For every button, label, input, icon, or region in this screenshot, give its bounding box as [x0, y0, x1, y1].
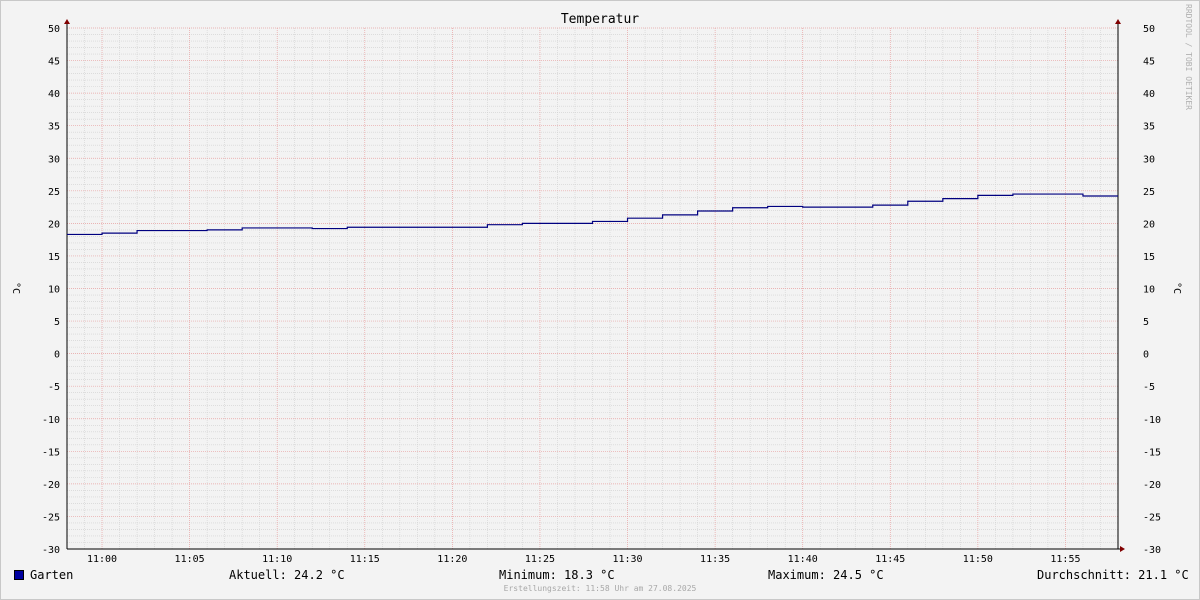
x-tick-label: 11:55: [1050, 554, 1080, 565]
x-tick-label: 11:45: [875, 554, 905, 565]
y-tick-label-left: -20: [42, 480, 60, 491]
y-tick-label-right: 10: [1143, 285, 1155, 296]
x-tick-label: 11:35: [700, 554, 730, 565]
y-tick-label-left: 35: [48, 122, 60, 133]
y-tick-label-right: 45: [1143, 57, 1155, 68]
legend-maximum: Maximum: 24.5 °C: [768, 568, 884, 582]
legend-series-name: Garten: [30, 568, 74, 582]
y-tick-label-right: -20: [1143, 480, 1161, 491]
y-tick-label-right: 15: [1143, 252, 1155, 263]
y-tick-label-left: 30: [48, 154, 60, 165]
x-tick-label: 11:50: [963, 554, 993, 565]
y-tick-label-left: 50: [48, 24, 60, 35]
y-tick-label-left: -5: [48, 382, 60, 393]
y-tick-label-right: 40: [1143, 89, 1155, 100]
y-tick-label-right: 25: [1143, 187, 1155, 198]
legend-minimum: Minimum: 18.3 °C: [499, 568, 615, 582]
creation-time-footer: Erstellungszeit: 11:58 Uhr am 27.08.2025: [503, 584, 697, 593]
y-tick-label-left: -15: [42, 447, 60, 458]
y-tick-label-left: -25: [42, 512, 60, 523]
y-tick-label-left: 15: [48, 252, 60, 263]
y-tick-label-right: -25: [1143, 512, 1161, 523]
y-axis-right-ticks: 50454035302520151050-5-10-15-20-25-30: [1143, 24, 1161, 556]
legend-swatch-garten: [14, 570, 24, 580]
rrdtool-watermark: RRDTOOL / TOBI OETIKER: [1184, 4, 1193, 110]
x-tick-label: 11:20: [437, 554, 467, 565]
y-tick-label-right: 0: [1143, 350, 1149, 361]
x-tick-label: 11:00: [87, 554, 117, 565]
y-tick-label-right: 30: [1143, 154, 1155, 165]
x-tick-label: 11:05: [175, 554, 205, 565]
x-tick-label: 11:15: [350, 554, 380, 565]
y-tick-label-left: 45: [48, 57, 60, 68]
y-tick-label-left: 5: [54, 317, 60, 328]
x-axis-ticks: 11:00 11:05 11:10 11:15 11:20 11:25 11:30 11:35…: [87, 554, 1081, 565]
y-axis-right-arrow: [1115, 19, 1121, 24]
x-axis-arrow: [1120, 546, 1125, 552]
y-axis-left-arrow: [64, 19, 70, 24]
y-tick-label-right: 50: [1143, 24, 1155, 35]
chart-title: Temperatur: [561, 12, 639, 27]
y-tick-label-right: 20: [1143, 219, 1155, 230]
y-tick-label-left: -30: [42, 545, 60, 556]
y-tick-label-left: 40: [48, 89, 60, 100]
y-tick-label-right: 5: [1143, 317, 1149, 328]
x-tick-label: 11:25: [525, 554, 555, 565]
y-tick-label-right: -10: [1143, 415, 1161, 426]
y-tick-label-right: 35: [1143, 122, 1155, 133]
y-axis-left-ticks: 50454035302520151050-5-10-15-20-25-30: [42, 24, 60, 556]
legend-average: Durchschnitt: 21.1 °C: [1037, 568, 1189, 582]
x-tick-label: 11:40: [788, 554, 818, 565]
axes: [64, 19, 1125, 552]
chart-canvas: 50454035302520151050-5-10-15-20-25-30 50…: [10, 12, 1182, 565]
legend-current: Aktuell: 24.2 °C: [229, 568, 345, 582]
y-tick-label-left: 0: [54, 350, 60, 361]
x-tick-label: 11:30: [612, 554, 642, 565]
y-tick-label-left: 25: [48, 187, 60, 198]
y-tick-label-right: -5: [1143, 382, 1155, 393]
y-tick-label-left: -10: [42, 415, 60, 426]
x-tick-label: 11:10: [262, 554, 292, 565]
y-tick-label-left: 20: [48, 219, 60, 230]
y-axis-label-left: °C: [10, 282, 21, 294]
y-tick-label-left: 10: [48, 285, 60, 296]
minor-grid: [66, 28, 1119, 549]
y-tick-label-right: -30: [1143, 545, 1161, 556]
y-axis-label-right: °C: [1171, 282, 1182, 294]
y-tick-label-right: -15: [1143, 447, 1161, 458]
